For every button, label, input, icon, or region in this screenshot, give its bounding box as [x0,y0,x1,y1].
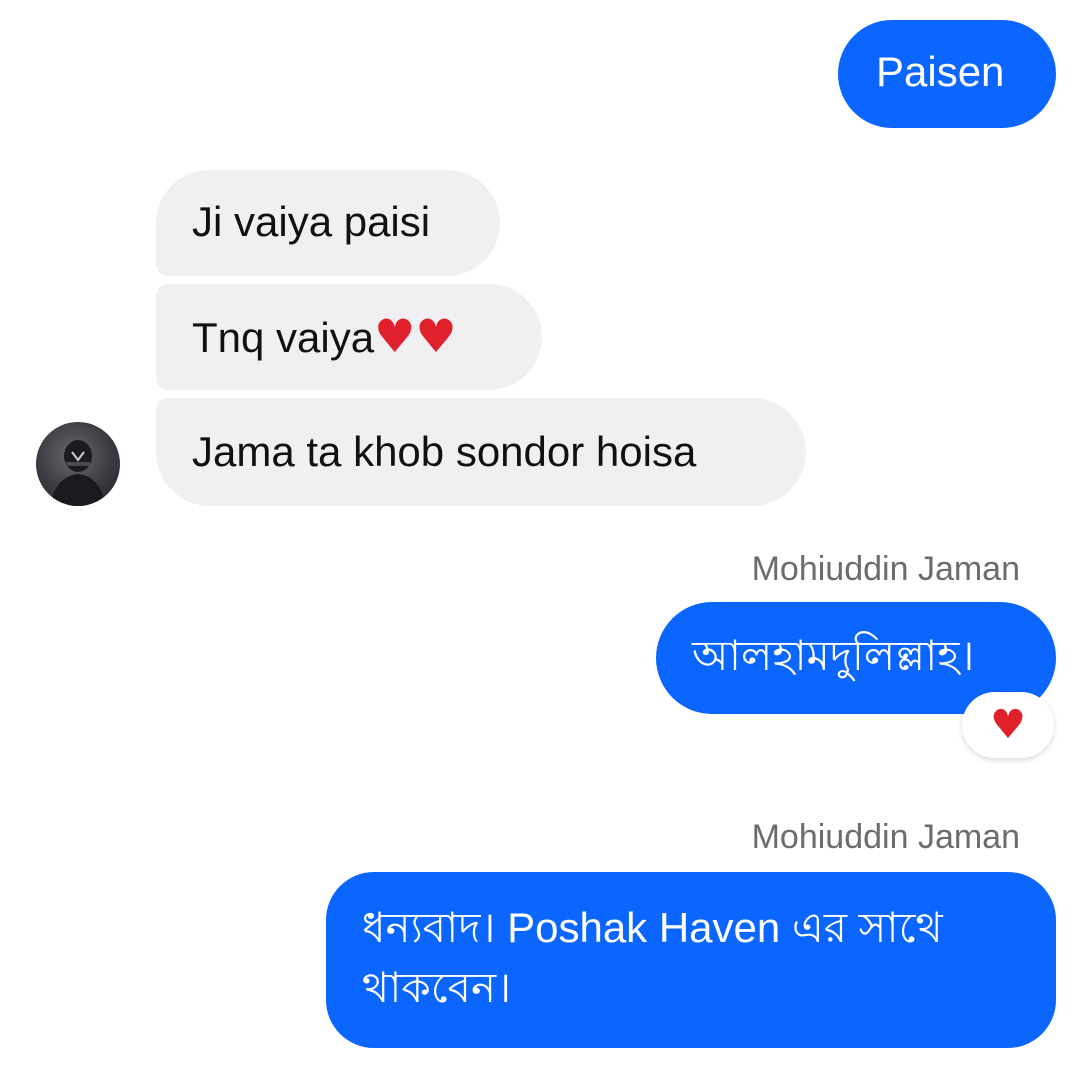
message-text: Jama ta khob sondor hoisa [192,428,697,475]
message-text: আলহামদুলিল্লাহ। [692,631,975,680]
message-text: Tnq vaiya [192,314,375,361]
chat-thread: Paisen Ji vaiya paisi Tnq vaiya♥♥ Jama t… [0,0,1080,1080]
heart-reaction-icon: ♥ [990,702,1026,748]
message-text: Ji vaiya paisi [192,198,431,245]
message-bubble-incoming[interactable]: Tnq vaiya♥♥ [156,284,542,390]
sender-name: Mohiuddin Jaman [751,550,1020,588]
message-bubble-incoming[interactable]: Ji vaiya paisi [156,170,500,276]
avatar-photo-icon [50,440,106,506]
message-bubble-incoming[interactable]: Jama ta khob sondor hoisa [156,398,806,506]
message-bubble-outgoing[interactable]: ধন্যবাদ। Poshak Haven এর সাথে থাকবেন। [326,872,1056,1048]
message-bubble-outgoing[interactable]: Paisen [838,20,1056,128]
contact-avatar[interactable] [36,422,120,506]
heart-emoji-icon: ♥♥ [374,309,457,363]
sender-name: Mohiuddin Jaman [751,818,1020,856]
message-text-line: থাকবেন। [362,964,512,1011]
reaction-badge[interactable]: ♥ [962,692,1054,758]
message-text-line: ধন্যবাদ। Poshak Haven এর সাথে [362,904,943,951]
message-text: Paisen [876,48,1005,95]
